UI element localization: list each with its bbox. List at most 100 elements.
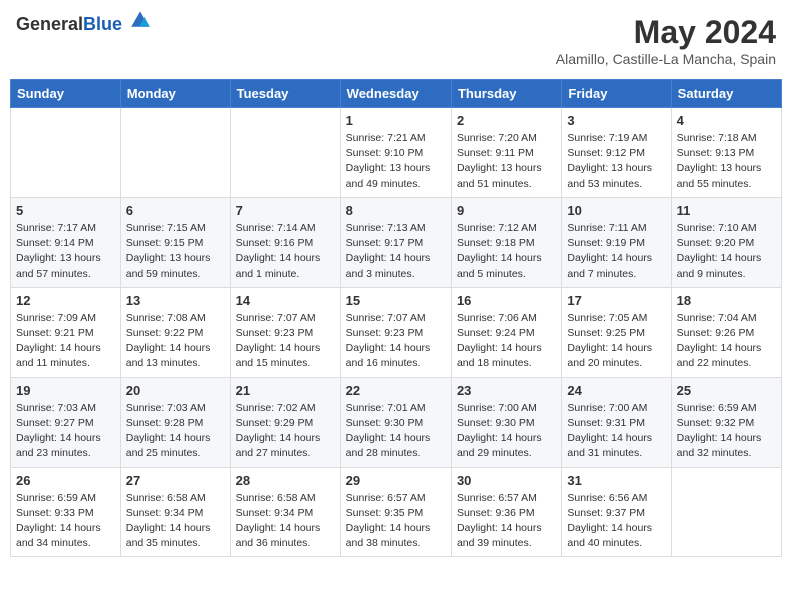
day-info: Sunrise: 7:05 AMSunset: 9:25 PMDaylight:… [567,311,665,372]
day-number: 21 [236,383,335,398]
calendar-cell: 15Sunrise: 7:07 AMSunset: 9:23 PMDayligh… [340,287,451,377]
day-info: Sunrise: 7:20 AMSunset: 9:11 PMDaylight:… [457,131,556,192]
calendar-cell: 13Sunrise: 7:08 AMSunset: 9:22 PMDayligh… [120,287,230,377]
day-number: 7 [236,203,335,218]
day-info: Sunrise: 6:59 AMSunset: 9:32 PMDaylight:… [677,401,776,462]
weekday-header: Wednesday [340,80,451,108]
calendar-cell: 7 Sunrise: 7:14 AMSunset: 9:16 PMDaylight… [230,197,340,287]
calendar-cell: 26 Sunrise: 6:59 AMSunset: 9:33 PMDayligh… [11,467,121,557]
day-number: 26 [16,473,115,488]
day-number: 9 [457,203,556,218]
weekday-header: Saturday [671,80,781,108]
calendar-cell: 30Sunrise: 6:57 AMSunset: 9:36 PMDayligh… [451,467,561,557]
day-number: 17 [567,293,665,308]
calendar-cell: 29Sunrise: 6:57 AMSunset: 9:35 PMDayligh… [340,467,451,557]
day-number: 27 [126,473,225,488]
calendar-cell: 22 Sunrise: 7:01 AMSunset: 9:30 PMDayligh… [340,377,451,467]
logo-blue: Blue [83,14,122,34]
day-number: 1 [346,113,446,128]
day-number: 16 [457,293,556,308]
calendar-cell: 8 Sunrise: 7:13 AMSunset: 9:17 PMDaylight… [340,197,451,287]
calendar-week-row: 1Sunrise: 7:21 AMSunset: 9:10 PMDaylight… [11,108,782,198]
day-number: 14 [236,293,335,308]
weekday-header: Sunday [11,80,121,108]
day-info: Sunrise: 7:06 AMSunset: 9:24 PMDaylight:… [457,311,556,372]
weekday-header: Tuesday [230,80,340,108]
calendar-cell: 20 Sunrise: 7:03 AMSunset: 9:28 PMDayligh… [120,377,230,467]
calendar-week-row: 12Sunrise: 7:09 AMSunset: 9:21 PMDayligh… [11,287,782,377]
calendar-cell: 5 Sunrise: 7:17 AMSunset: 9:14 PMDaylight… [11,197,121,287]
day-info: Sunrise: 6:57 AMSunset: 9:35 PMDaylight:… [346,491,446,552]
calendar-cell: 19Sunrise: 7:03 AMSunset: 9:27 PMDayligh… [11,377,121,467]
day-info: Sunrise: 7:11 AMSunset: 9:19 PMDaylight:… [567,221,665,282]
day-number: 24 [567,383,665,398]
day-info: Sunrise: 7:01 AMSunset: 9:30 PMDaylight:… [346,401,446,462]
calendar-cell: 28 Sunrise: 6:58 AMSunset: 9:34 PMDayligh… [230,467,340,557]
logo: GeneralBlue [16,14,151,35]
day-info: Sunrise: 7:03 AMSunset: 9:28 PMDaylight:… [126,401,225,462]
weekday-header: Friday [562,80,671,108]
calendar-cell: 11Sunrise: 7:10 AMSunset: 9:20 PMDayligh… [671,197,781,287]
calendar-cell [671,467,781,557]
calendar-cell: 31 Sunrise: 6:56 AMSunset: 9:37 PMDayligh… [562,467,671,557]
day-number: 3 [567,113,665,128]
day-info: Sunrise: 6:56 AMSunset: 9:37 PMDaylight:… [567,491,665,552]
calendar-cell: 6 Sunrise: 7:15 AMSunset: 9:15 PMDaylight… [120,197,230,287]
day-info: Sunrise: 6:59 AMSunset: 9:33 PMDaylight:… [16,491,115,552]
day-number: 10 [567,203,665,218]
calendar-cell [120,108,230,198]
calendar-cell: 4Sunrise: 7:18 AMSunset: 9:13 PMDaylight… [671,108,781,198]
day-number: 20 [126,383,225,398]
day-info: Sunrise: 7:07 AMSunset: 9:23 PMDaylight:… [236,311,335,372]
calendar-cell: 9 Sunrise: 7:12 AMSunset: 9:18 PMDaylight… [451,197,561,287]
calendar-cell: 1Sunrise: 7:21 AMSunset: 9:10 PMDaylight… [340,108,451,198]
calendar-cell: 10 Sunrise: 7:11 AMSunset: 9:19 PMDayligh… [562,197,671,287]
day-info: Sunrise: 7:18 AMSunset: 9:13 PMDaylight:… [677,131,776,192]
calendar-cell: 23 Sunrise: 7:00 AMSunset: 9:30 PMDayligh… [451,377,561,467]
calendar-cell: 24Sunrise: 7:00 AMSunset: 9:31 PMDayligh… [562,377,671,467]
day-info: Sunrise: 7:02 AMSunset: 9:29 PMDaylight:… [236,401,335,462]
calendar-week-row: 19Sunrise: 7:03 AMSunset: 9:27 PMDayligh… [11,377,782,467]
calendar-cell: 25 Sunrise: 6:59 AMSunset: 9:32 PMDayligh… [671,377,781,467]
day-number: 11 [677,203,776,218]
calendar-cell: 2Sunrise: 7:20 AMSunset: 9:11 PMDaylight… [451,108,561,198]
calendar-cell [11,108,121,198]
calendar-week-row: 26 Sunrise: 6:59 AMSunset: 9:33 PMDayligh… [11,467,782,557]
calendar-cell: 3 Sunrise: 7:19 AMSunset: 9:12 PMDaylight… [562,108,671,198]
day-info: Sunrise: 7:15 AMSunset: 9:15 PMDaylight:… [126,221,225,282]
day-number: 31 [567,473,665,488]
calendar-table: SundayMondayTuesdayWednesdayThursdayFrid… [10,79,782,557]
calendar-cell: 18 Sunrise: 7:04 AMSunset: 9:26 PMDayligh… [671,287,781,377]
day-number: 18 [677,293,776,308]
calendar-cell [230,108,340,198]
day-info: Sunrise: 7:17 AMSunset: 9:14 PMDaylight:… [16,221,115,282]
day-info: Sunrise: 6:58 AMSunset: 9:34 PMDaylight:… [126,491,225,552]
day-info: Sunrise: 7:08 AMSunset: 9:22 PMDaylight:… [126,311,225,372]
day-number: 22 [346,383,446,398]
day-number: 15 [346,293,446,308]
day-number: 25 [677,383,776,398]
calendar-cell: 14 Sunrise: 7:07 AMSunset: 9:23 PMDayligh… [230,287,340,377]
day-info: Sunrise: 7:00 AMSunset: 9:30 PMDaylight:… [457,401,556,462]
calendar-cell: 21 Sunrise: 7:02 AMSunset: 9:29 PMDayligh… [230,377,340,467]
day-info: Sunrise: 7:13 AMSunset: 9:17 PMDaylight:… [346,221,446,282]
day-number: 6 [126,203,225,218]
weekday-header-row: SundayMondayTuesdayWednesdayThursdayFrid… [11,80,782,108]
day-number: 8 [346,203,446,218]
day-info: Sunrise: 7:14 AMSunset: 9:16 PMDaylight:… [236,221,335,282]
calendar-cell: 12Sunrise: 7:09 AMSunset: 9:21 PMDayligh… [11,287,121,377]
day-number: 19 [16,383,115,398]
day-number: 28 [236,473,335,488]
day-info: Sunrise: 7:04 AMSunset: 9:26 PMDaylight:… [677,311,776,372]
page-header: GeneralBlue May 2024 Alamillo, Castille-… [10,10,782,71]
day-info: Sunrise: 7:19 AMSunset: 9:12 PMDaylight:… [567,131,665,192]
calendar-cell: 27 Sunrise: 6:58 AMSunset: 9:34 PMDayligh… [120,467,230,557]
day-number: 12 [16,293,115,308]
day-info: Sunrise: 6:58 AMSunset: 9:34 PMDaylight:… [236,491,335,552]
day-number: 23 [457,383,556,398]
weekday-header: Monday [120,80,230,108]
calendar-location: Alamillo, Castille-La Mancha, Spain [556,51,776,67]
day-info: Sunrise: 7:12 AMSunset: 9:18 PMDaylight:… [457,221,556,282]
logo-general: General [16,14,83,34]
day-number: 5 [16,203,115,218]
